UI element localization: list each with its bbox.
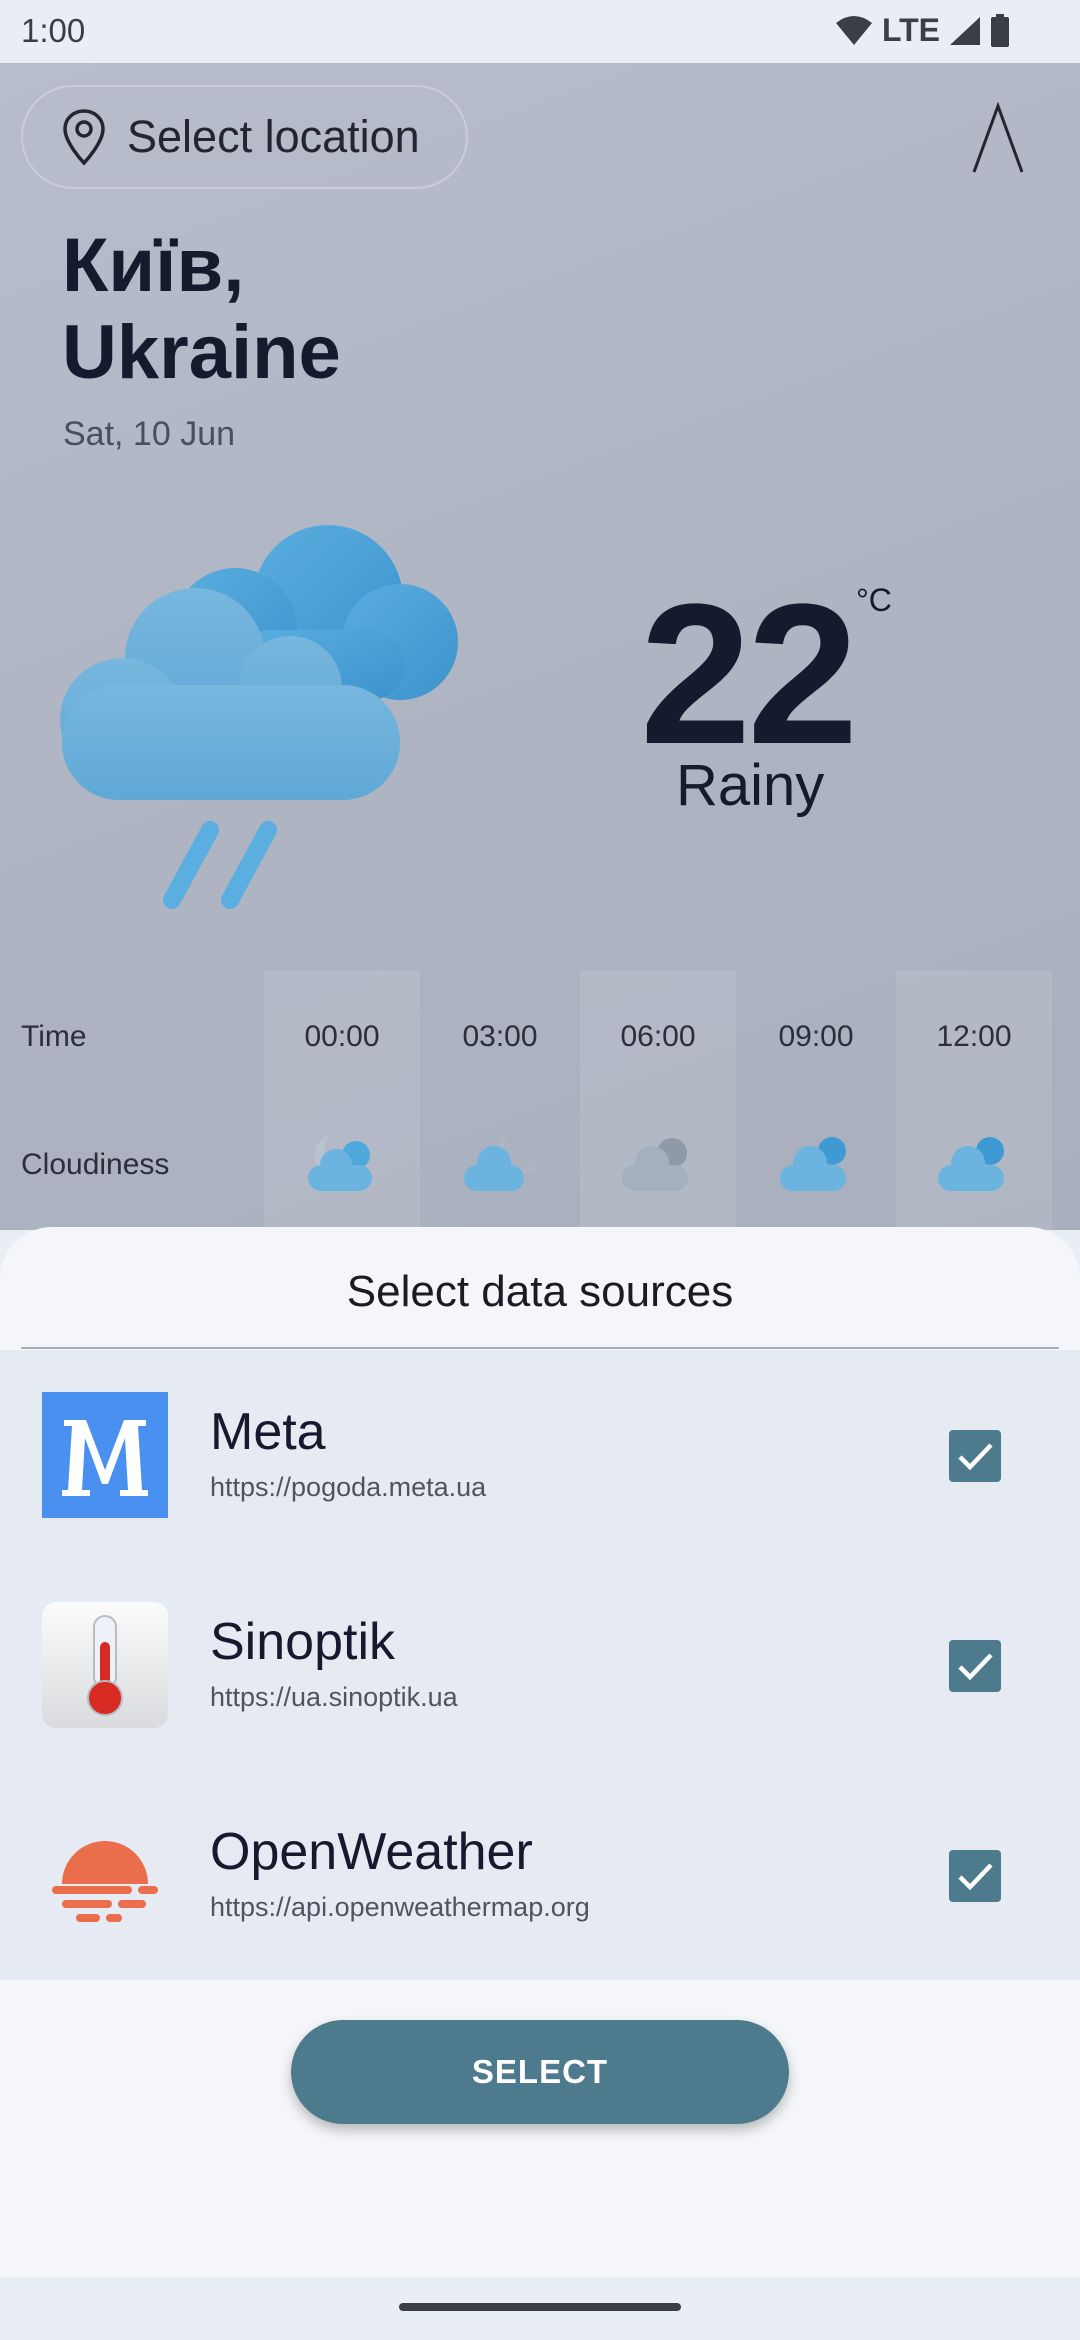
signal-icon [950, 16, 980, 45]
cloud-icon [938, 1137, 1004, 1191]
check-icon [958, 1863, 993, 1891]
status-time: 1:00 [21, 12, 86, 49]
cloud-rain-icon [60, 525, 458, 909]
source-item-openweather[interactable]: OpenWeather https://api.openweathermap.o… [0, 1770, 1080, 1980]
status-icons: LTE [834, 12, 1010, 49]
overcast-icon [622, 1138, 688, 1191]
forecast-time: 03:00 [462, 1020, 538, 1053]
forecast-time: 09:00 [778, 1020, 854, 1053]
source-list: Meta https://pogoda.meta.ua Sinoptik htt… [0, 1350, 1080, 1980]
time-row-label: Time [21, 1020, 87, 1053]
network-label: LTE [881, 12, 940, 48]
divider [21, 1347, 1059, 1349]
location-pin-icon [63, 109, 105, 166]
forecast-column: 09:00 [738, 970, 894, 1230]
wifi-icon [835, 15, 872, 45]
thermometer-logo-icon [42, 1602, 168, 1728]
source-item-sinoptik[interactable]: Sinoptik https://ua.sinoptik.ua [0, 1560, 1080, 1770]
forecast-table: Time Cloudiness 00:00 03:00 06:00 09:00 [0, 970, 1080, 1230]
source-url: https://api.openweathermap.org [210, 1892, 590, 1922]
forecast-time: 12:00 [936, 1020, 1012, 1053]
check-icon [958, 1443, 993, 1471]
temperature-unit: °C [856, 582, 892, 618]
source-name: OpenWeather [210, 1823, 533, 1881]
forecast-column: 06:00 [580, 970, 736, 1230]
source-url: https://ua.sinoptik.ua [210, 1682, 458, 1712]
source-item-meta[interactable]: Meta https://pogoda.meta.ua [0, 1350, 1080, 1560]
battery-icon [991, 13, 1009, 47]
forecast-column: 03:00 [422, 970, 578, 1230]
source-url: https://pogoda.meta.ua [210, 1472, 487, 1502]
source-name: Meta [210, 1403, 326, 1461]
check-icon [958, 1653, 993, 1681]
font-size-icon[interactable] [968, 100, 1028, 180]
select-button[interactable]: SELECT [291, 2020, 789, 2124]
meta-logo-icon [42, 1392, 168, 1518]
forecast-time: 06:00 [620, 1020, 696, 1053]
city-name: Київ, Ukraine [62, 222, 341, 396]
weather-condition: Rainy [676, 753, 825, 818]
status-bar: 1:00 LTE [0, 0, 1080, 63]
openweather-logo-icon [52, 1841, 158, 1922]
cloudiness-row-label: Cloudiness [21, 1148, 170, 1181]
forecast-column: 00:00 [264, 970, 420, 1230]
home-indicator[interactable] [399, 2303, 681, 2311]
source-name: Sinoptik [210, 1613, 395, 1671]
city-line: Київ, [62, 223, 245, 308]
forecast-column: 12:00 [896, 970, 1052, 1230]
location-label: Select location [127, 111, 420, 162]
source-checkbox-meta[interactable] [949, 1430, 1001, 1482]
sheet-title: Select data sources [346, 1267, 734, 1316]
source-checkbox-sinoptik[interactable] [949, 1640, 1001, 1692]
forecast-time: 00:00 [304, 1020, 380, 1053]
moon-cloud-icon [464, 1131, 538, 1191]
select-location-button[interactable]: Select location [21, 85, 468, 189]
temperature-value: 22 [640, 563, 858, 786]
source-checkbox-openweather[interactable] [949, 1850, 1001, 1902]
current-date: Sat, 10 Jun [63, 415, 236, 453]
cloud-icon [780, 1137, 846, 1191]
night-cloud-icon [308, 1135, 372, 1191]
country-line: Ukraine [62, 310, 341, 395]
